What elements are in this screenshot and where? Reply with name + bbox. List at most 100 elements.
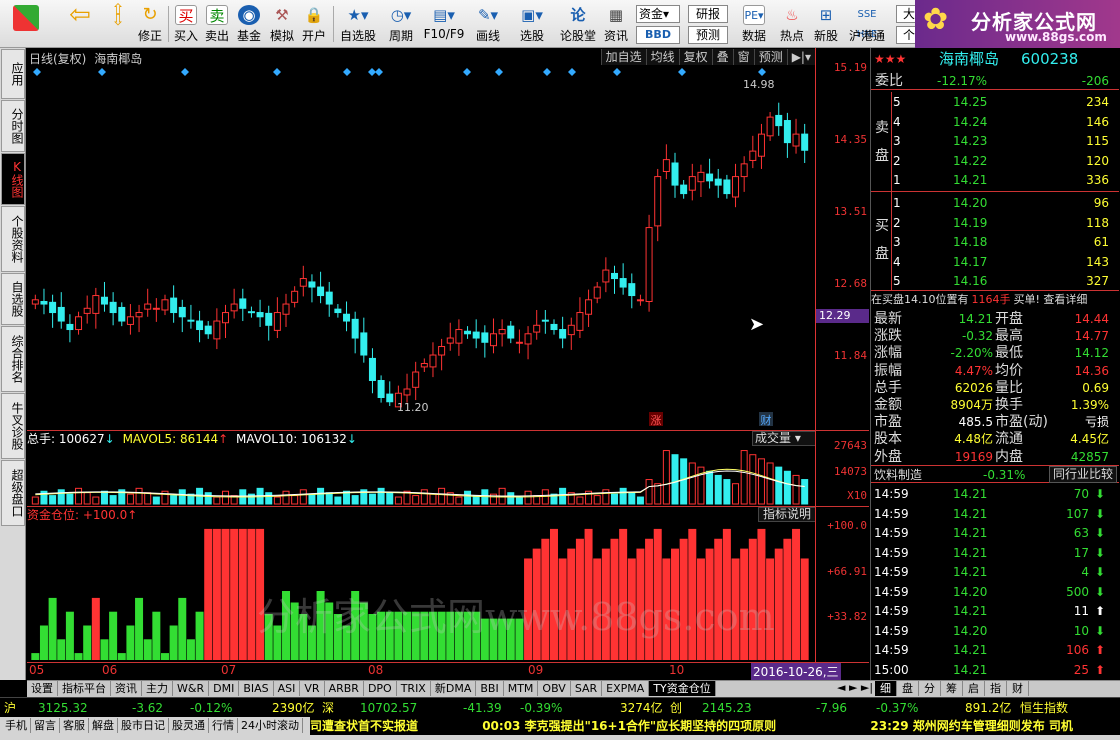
- research-button[interactable]: 研报: [688, 5, 728, 23]
- finance-tag[interactable]: 财: [759, 412, 773, 427]
- bid-row[interactable]: 3 14.18 61: [871, 233, 1119, 251]
- hk-connect-button[interactable]: SSE HKE 沪港通: [845, 3, 889, 45]
- indicator-tab[interactable]: MTM: [504, 681, 539, 696]
- bid-row[interactable]: 5 14.16 327: [871, 272, 1119, 290]
- sell-button[interactable]: 卖卖出: [203, 3, 231, 45]
- panel-tab[interactable]: 细: [875, 681, 897, 696]
- bid-row[interactable]: 4 14.17 143: [871, 253, 1119, 271]
- stat-label: 金额: [874, 397, 902, 413]
- indicator-tab[interactable]: OBV: [538, 681, 571, 696]
- news-button[interactable]: ▦ 资讯: [600, 3, 632, 45]
- hk-connect-label: 沪港通: [848, 29, 885, 43]
- tab-super-depth[interactable]: 超级盘口: [1, 460, 25, 526]
- ask-row[interactable]: 2 14.22 120: [871, 152, 1119, 170]
- news-ticker[interactable]: 司遭查状首不实报道 00:03 李克强提出"16+1合作"应长期坚持的四项原则 …: [310, 717, 1120, 735]
- sz-label: 深: [322, 701, 335, 715]
- footer-link[interactable]: 客服: [60, 718, 89, 733]
- bid-row[interactable]: 1 14.20 96: [871, 194, 1119, 212]
- buy-button[interactable]: 买买入: [172, 3, 200, 45]
- candle-body: [654, 176, 662, 227]
- tab-diagnosis[interactable]: 牛叉诊股: [1, 393, 25, 459]
- panel-tab[interactable]: 盘: [897, 681, 919, 696]
- indicator-tab[interactable]: ARBR: [325, 681, 364, 696]
- footer-link[interactable]: 留言: [31, 718, 60, 733]
- indicator-tab[interactable]: 新DMA: [431, 681, 477, 696]
- candle-body: [429, 354, 437, 368]
- date-axis: 05 06 07 08 09 10 2016-10-26,三: [27, 662, 869, 680]
- ask-row[interactable]: 4 14.24 146: [871, 113, 1119, 131]
- grid-icon: [13, 5, 39, 31]
- new-stock-button[interactable]: ⊞ 新股: [810, 3, 842, 45]
- open-account-button[interactable]: 🔒 开户: [299, 3, 329, 45]
- indicator-tab[interactable]: DPO: [364, 681, 397, 696]
- forecast-button[interactable]: 预测: [688, 26, 728, 44]
- industry-compare-button[interactable]: 同行业比较: [1048, 466, 1117, 483]
- indicator-tab[interactable]: TY资金仓位: [649, 681, 716, 696]
- forum-button[interactable]: 论论股堂: [558, 3, 598, 45]
- refresh-button[interactable]: ↻ 修正: [135, 3, 165, 45]
- ask-row[interactable]: 5 14.25 234: [871, 93, 1119, 111]
- indicator-tab[interactable]: 设置: [27, 681, 58, 696]
- indicator-tab[interactable]: TRIX: [397, 681, 431, 696]
- indicator-tab[interactable]: ASI: [274, 681, 301, 696]
- order-alert[interactable]: 在买盘14.10位置有 1164手 买单! 查看详细: [871, 290, 1119, 308]
- indicator-tab[interactable]: BBI: [476, 681, 504, 696]
- footer-link[interactable]: 手机: [2, 718, 31, 733]
- tab-stock-profile[interactable]: 个股资料: [1, 206, 25, 272]
- indicator-help-button[interactable]: 指标说明: [758, 507, 816, 522]
- tab-app[interactable]: 应用: [1, 49, 25, 99]
- bid-row[interactable]: 2 14.19 118: [871, 214, 1119, 232]
- kline-chart-area[interactable]: 日线(复权) 海南椰岛 加自选 均线 复权 叠 窗 预测 ▶|▾ 15.19 1…: [27, 48, 869, 680]
- panel-tab[interactable]: 指: [985, 681, 1007, 696]
- scroll-arrows-icon[interactable]: ◄ ► ►|: [837, 681, 873, 694]
- fund-dropdown[interactable]: 资金▾: [636, 5, 680, 23]
- tab-watchlist[interactable]: 自选股: [1, 273, 25, 325]
- bid-volume: 143: [1086, 254, 1109, 269]
- simulate-button[interactable]: ⚒ 模拟: [267, 3, 297, 45]
- indicator-tab[interactable]: 指标平台: [58, 681, 111, 696]
- indicator-tab[interactable]: VR: [300, 681, 325, 696]
- panel-tab[interactable]: 筹: [941, 681, 963, 696]
- panel-tab[interactable]: 财: [1007, 681, 1029, 696]
- watchlist-button[interactable]: ★▾ 自选股: [337, 3, 379, 45]
- footer-link[interactable]: 24小时滚动: [238, 718, 303, 733]
- indicator-tab[interactable]: BIAS: [239, 681, 274, 696]
- bbd-button[interactable]: BBD: [636, 26, 680, 44]
- indicator-bar: [31, 653, 40, 660]
- back-button[interactable]: ⇦: [64, 2, 96, 45]
- data-button[interactable]: PE▾ 数据: [736, 3, 772, 45]
- stock-picker-button[interactable]: ▣▾ 选股: [512, 3, 552, 45]
- indicator-tab[interactable]: SAR: [571, 681, 603, 696]
- volume-bar: [783, 470, 791, 505]
- indicator-tab[interactable]: 资讯: [111, 681, 142, 696]
- indicator-tab[interactable]: 主力: [142, 681, 173, 696]
- volume-selector[interactable]: 成交量 ▾: [752, 431, 816, 446]
- limit-up-tag[interactable]: 涨: [649, 412, 663, 427]
- news-item[interactable]: 23:29 郑州网约车管理细则发布 司机: [870, 719, 1073, 733]
- ask-row[interactable]: 1 14.21 336: [871, 171, 1119, 189]
- period-button[interactable]: ◷▾ 周期: [381, 3, 421, 45]
- news-item[interactable]: 司遭查状首不实报道: [310, 719, 418, 733]
- f10-button[interactable]: ▤▾ F10/F9: [423, 3, 465, 45]
- tab-kline[interactable]: K线图: [1, 153, 25, 205]
- indicator-tab[interactable]: W&R: [173, 681, 210, 696]
- tab-ranking[interactable]: 综合排名: [1, 326, 25, 392]
- panel-tab[interactable]: 启: [963, 681, 985, 696]
- fund-button[interactable]: ◉ 基金: [234, 3, 264, 45]
- hot-button[interactable]: ♨ 热点: [776, 3, 808, 45]
- menu-grid-button[interactable]: [6, 3, 46, 45]
- footer-link[interactable]: 股市日记: [118, 718, 169, 733]
- indicator-tab[interactable]: DMI: [209, 681, 240, 696]
- tab-intraday[interactable]: 分时图: [1, 100, 25, 152]
- ask-row[interactable]: 3 14.23 115: [871, 132, 1119, 150]
- candle-body: [66, 323, 74, 331]
- volume-bar: [273, 496, 281, 505]
- footer-link[interactable]: 行情: [209, 718, 238, 733]
- panel-tab[interactable]: 分: [919, 681, 941, 696]
- up-down-button[interactable]: ⇧ ⇩: [104, 2, 132, 45]
- footer-link[interactable]: 解盘: [89, 718, 118, 733]
- draw-button[interactable]: ✎▾ 画线: [468, 3, 508, 45]
- indicator-tab[interactable]: EXPMA: [602, 681, 650, 696]
- footer-link[interactable]: 股灵通: [169, 718, 209, 733]
- news-item[interactable]: 00:03 李克强提出"16+1合作"应长期坚持的四项原则: [482, 719, 776, 733]
